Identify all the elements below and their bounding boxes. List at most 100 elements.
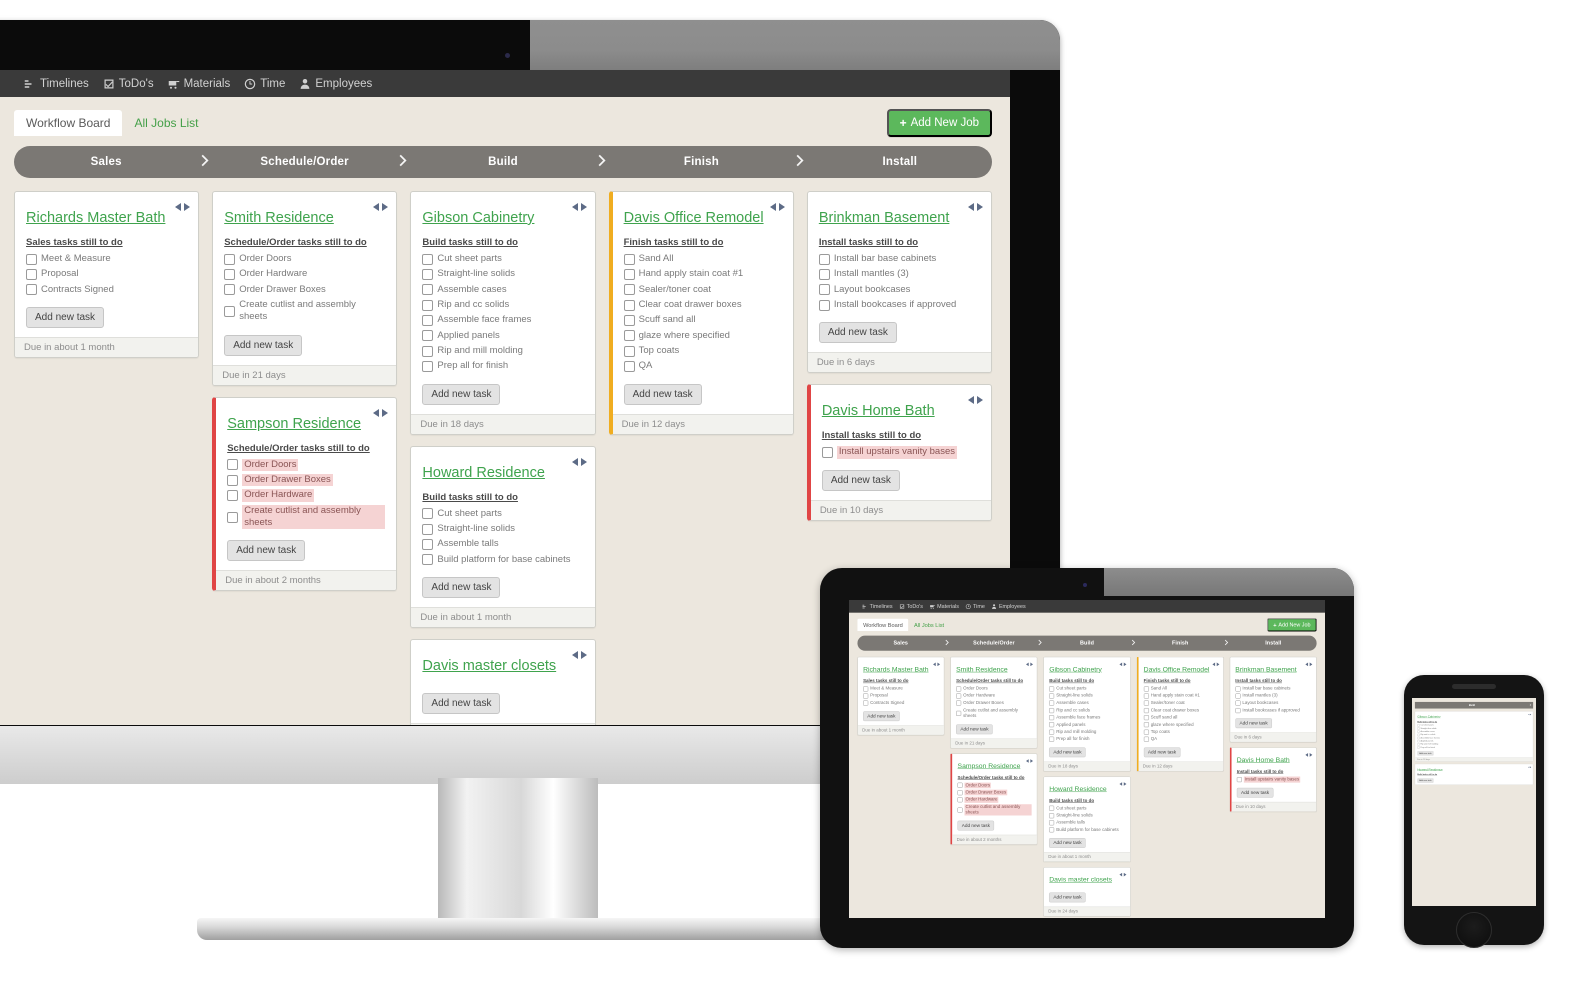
task-row[interactable]: Order Hardware [224, 268, 385, 281]
task-checkbox[interactable] [1417, 743, 1420, 746]
add-new-task-button[interactable]: Add new task [1049, 892, 1086, 903]
add-new-task-button[interactable]: Add new task [1236, 787, 1274, 798]
task-row[interactable]: Create cutlist and assembly sheets [224, 299, 385, 324]
task-row[interactable]: Rip and mill molding [422, 345, 583, 357]
task-checkbox[interactable] [1235, 686, 1241, 692]
add-new-job-button[interactable]: + Add New Job [886, 109, 992, 137]
task-row[interactable]: Sealer/toner coat [1143, 700, 1218, 706]
task-checkbox[interactable] [818, 253, 830, 265]
task-row[interactable]: Order Hardware [227, 489, 385, 502]
add-new-task-button[interactable]: Add new task [821, 469, 900, 491]
nav-item-time[interactable]: Time [965, 604, 985, 609]
job-card[interactable]: Gibson Cabinetry Build tasks still to do C… [1043, 656, 1131, 772]
task-row[interactable]: QA [623, 360, 782, 373]
task-checkbox[interactable] [26, 284, 37, 296]
task-row[interactable]: Assemble talls [1049, 820, 1125, 826]
task-row[interactable]: Rip and cc solids [1049, 708, 1125, 714]
task-checkbox[interactable] [1049, 820, 1055, 826]
task-checkbox[interactable] [1049, 813, 1055, 819]
arrow-right-icon[interactable] [1123, 660, 1127, 668]
task-row[interactable]: Sand All [623, 253, 782, 265]
task-row[interactable]: Build platform for base cabinets [422, 554, 583, 566]
nav-item-employees[interactable]: Employees [991, 604, 1026, 609]
task-row[interactable]: Rip and cc solids [422, 299, 583, 311]
task-row[interactable]: Install bar base cabinets [1235, 686, 1311, 692]
task-row[interactable]: Install upstairs vanity bases [821, 446, 980, 459]
task-row[interactable]: Meet & Measure [863, 686, 939, 692]
task-checkbox[interactable] [1417, 746, 1420, 749]
task-checkbox[interactable] [1143, 707, 1149, 714]
nav-item-time[interactable]: Time [244, 78, 285, 90]
job-title-link[interactable]: Gibson Cabinetry [1417, 715, 1440, 718]
arrow-right-icon[interactable] [1530, 765, 1532, 769]
add-new-task-button[interactable]: Add new task [1417, 778, 1434, 783]
job-title-link[interactable]: Davis Office Remodel [1144, 666, 1210, 674]
arrow-left-icon[interactable] [968, 391, 975, 409]
task-row[interactable]: Cut sheet parts [1417, 724, 1530, 727]
task-row[interactable]: Order Drawer Boxes [227, 474, 385, 487]
task-row[interactable]: Straight-line solids [1049, 813, 1125, 819]
job-title-link[interactable]: Gibson Cabinetry [422, 210, 534, 226]
task-row[interactable]: Straight-line solids [1049, 693, 1125, 699]
task-row[interactable]: Install bookcases if approved [1235, 708, 1311, 714]
task-checkbox[interactable] [1417, 733, 1420, 736]
add-new-task-button[interactable]: Add new task [1235, 718, 1272, 729]
task-checkbox[interactable] [957, 807, 963, 813]
task-row[interactable]: Install mantles (3) [818, 268, 980, 281]
task-row[interactable]: Straight-line solids [422, 523, 583, 535]
add-new-task-button[interactable]: Add new task [956, 724, 993, 735]
arrow-right-icon[interactable] [1030, 757, 1034, 765]
stage-label-install[interactable]: Install [808, 156, 992, 168]
task-row[interactable]: Applied panels [422, 330, 583, 342]
arrow-right-icon[interactable] [580, 646, 587, 664]
job-title-link[interactable]: Smith Residence [224, 210, 334, 226]
task-checkbox[interactable] [422, 361, 434, 373]
task-row[interactable]: Scuff sand all [623, 314, 782, 327]
task-checkbox[interactable] [422, 253, 434, 265]
nav-item-timelines[interactable]: Timelines [862, 604, 893, 609]
task-checkbox[interactable] [422, 299, 434, 311]
task-checkbox[interactable] [1049, 700, 1055, 706]
task-checkbox[interactable] [26, 269, 37, 281]
task-checkbox[interactable] [422, 345, 434, 357]
task-checkbox[interactable] [957, 797, 963, 803]
stage-label-install[interactable]: Install [1230, 640, 1317, 646]
task-checkbox[interactable] [818, 269, 830, 281]
arrow-left-icon[interactable] [1026, 757, 1030, 765]
job-card[interactable]: Smith Residence Schedule/Order tasks stil… [950, 656, 1038, 749]
arrow-left-icon[interactable] [373, 198, 380, 216]
add-new-task-button[interactable]: Add new task [227, 540, 306, 562]
job-card[interactable]: Howard Residence Build tasks still to do A… [1414, 763, 1534, 785]
arrow-left-icon[interactable] [571, 646, 578, 664]
job-card[interactable]: Davis master closets Add new task Due in 2… [410, 639, 596, 725]
arrow-right-icon[interactable] [977, 391, 984, 409]
arrow-right-icon[interactable] [977, 198, 984, 216]
nav-item-materials[interactable]: Materials [929, 604, 959, 609]
task-checkbox[interactable] [957, 782, 963, 788]
task-row[interactable]: Clear coat drawer boxes [1143, 707, 1218, 714]
job-card[interactable]: Richards Master Bath Sales tasks still to… [14, 191, 200, 359]
add-new-task-button[interactable]: Add new task [26, 307, 105, 329]
stage-label-scheduleorder[interactable]: Schedule/Order [212, 156, 396, 168]
task-checkbox[interactable] [623, 284, 635, 296]
task-row[interactable]: Rip and mill molding [1049, 729, 1125, 735]
task-checkbox[interactable] [623, 330, 635, 342]
task-row[interactable]: Install upstairs vanity bases [1236, 776, 1311, 783]
task-row[interactable]: Cut sheet parts [1049, 686, 1125, 692]
job-title-link[interactable]: Richards Master Bath [26, 210, 165, 226]
job-title-link[interactable]: Sampson Residence [227, 416, 361, 432]
task-row[interactable]: Contracts Signed [863, 700, 939, 706]
task-row[interactable]: Prep all for finish [1417, 746, 1530, 749]
task-checkbox[interactable] [1143, 686, 1149, 692]
arrow-left-icon[interactable] [769, 198, 776, 216]
add-new-job-button[interactable]: + Add New Job [1267, 618, 1317, 632]
task-checkbox[interactable] [422, 554, 434, 566]
task-row[interactable]: glaze where specified [1143, 722, 1218, 728]
job-title-link[interactable]: Davis master closets [1049, 876, 1112, 884]
task-checkbox[interactable] [1143, 700, 1149, 706]
task-row[interactable]: Order Doors [227, 458, 385, 472]
task-checkbox[interactable] [818, 299, 830, 311]
task-checkbox[interactable] [1235, 707, 1241, 714]
job-card[interactable]: Davis master closets Add new task Due in 2… [1043, 867, 1131, 917]
add-new-task-button[interactable]: Add new task [1049, 838, 1086, 848]
